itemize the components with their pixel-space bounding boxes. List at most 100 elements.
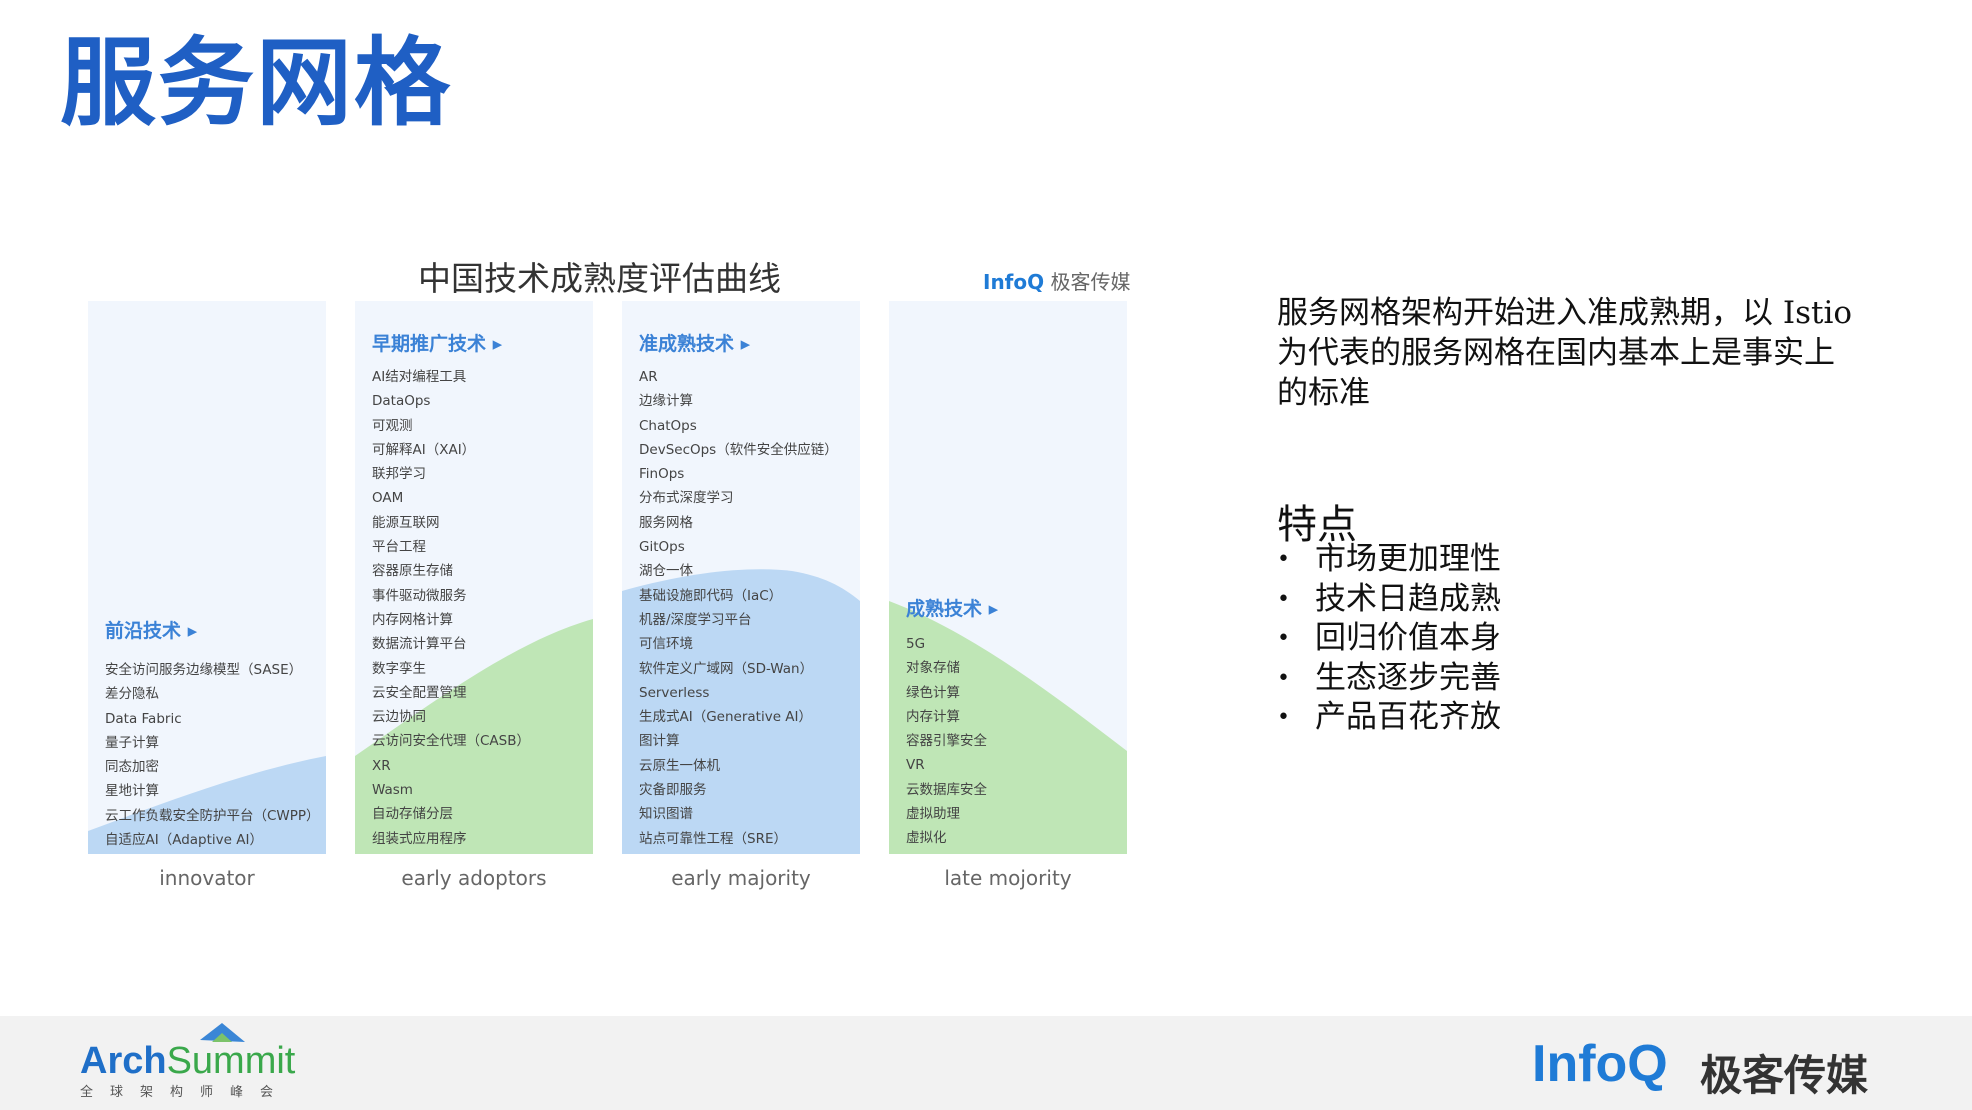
column-items: 5G 对象存储 绿色计算 内存计算 容器引擎安全 VR 云数据库安全 虚拟助理 … <box>906 632 1123 851</box>
list-item: 组装式应用程序 <box>372 830 467 847</box>
stage-label: early adoptors <box>401 866 547 890</box>
list-item: 容器引擎安全 <box>906 733 987 750</box>
chart-brand: InfoQ 极客传媒 <box>983 266 1130 295</box>
list-item: VR <box>906 757 925 774</box>
list-item: 基础设施即代码（IaC） <box>639 587 783 604</box>
list-item: 数字孪生 <box>372 660 426 677</box>
list-item: DataOps <box>372 393 431 410</box>
list-item: 平台工程 <box>372 539 426 556</box>
bullet-icon: • <box>1277 626 1290 651</box>
list-item: Serverless <box>639 684 710 701</box>
bullet-icon: • <box>1277 705 1290 730</box>
list-item: AI结对编程工具 <box>372 369 467 385</box>
list-item: OAM <box>372 490 404 507</box>
list-item: 可解释AI（XAI） <box>372 441 476 458</box>
slide-title: 服务网格 <box>60 27 452 139</box>
list-item: 机器/深度学习平台 <box>639 611 752 628</box>
infoq-cn-label: 极客传媒 <box>1700 1051 1869 1100</box>
list-item: 分布式深度学习 <box>639 490 734 507</box>
column-items: 安全访问服务边缘模型（SASE） 差分隐私 Data Fabric 量子计算 同… <box>105 658 322 852</box>
list-item: 站点可靠性工程（SRE） <box>639 830 787 847</box>
list-item: 云工作负载安全防护平台（CWPP） <box>105 807 320 824</box>
list-item: 联邦学习 <box>372 466 426 483</box>
bullet-icon: • <box>1277 547 1290 572</box>
column-heading: 前沿技术 ▸ <box>105 620 198 642</box>
list-item: 安全访问服务边缘模型（SASE） <box>105 662 303 678</box>
list-item: 容器原生存储 <box>372 563 453 580</box>
column-early-adoptors: 早期推广技术 ▸ AI结对编程工具 DataOps 可观测 可解释AI（XAI）… <box>355 301 593 854</box>
list-item: • 产品百花齐放 <box>1277 698 1501 738</box>
list-item: 内存计算 <box>906 708 960 725</box>
list-item: 绿色计算 <box>906 684 960 701</box>
list-item: • 生态逐步完善 <box>1277 659 1501 699</box>
list-item: FinOps <box>639 466 685 483</box>
list-item: 数据流计算平台 <box>372 636 467 653</box>
column-heading: 早期推广技术 ▸ <box>372 333 503 355</box>
feature-text: 生态逐步完善 <box>1315 659 1501 696</box>
column-heading: 成熟技术 ▸ <box>906 598 999 620</box>
bullet-icon: • <box>1277 665 1290 691</box>
list-item: 星地计算 <box>105 783 159 800</box>
column-items: AI结对编程工具 DataOps 可观测 可解释AI（XAI） 联邦学习 OAM… <box>372 365 589 851</box>
archsummit-subtitle: 全球架构师峰会 <box>80 1085 291 1100</box>
list-item: 云安全配置管理 <box>372 684 467 701</box>
list-item: 云访问安全代理（CASB） <box>372 733 530 750</box>
stage-label: early majority <box>671 866 811 890</box>
list-item: ChatOps <box>639 417 697 434</box>
column-early-majority: 准成熟技术 ▸ AR 边缘计算 ChatOps DevSecOps（软件安全供应… <box>622 301 860 854</box>
list-item: 5G <box>906 636 926 652</box>
list-item: 生成式AI（Generative AI） <box>639 709 813 726</box>
list-item: 知识图谱 <box>639 806 693 823</box>
list-item: 灾备即服务 <box>639 782 707 799</box>
list-item: 虚拟助理 <box>906 806 960 823</box>
list-item: 虚拟化 <box>906 830 947 847</box>
archsummit-logo-summit: Summit <box>166 1040 296 1082</box>
stage-label: late mojority <box>944 866 1072 890</box>
list-item: 软件定义广域网（SD-Wan） <box>639 660 814 677</box>
list-item: XR <box>372 757 391 774</box>
list-item: 可观测 <box>372 417 413 434</box>
list-item: 能源互联网 <box>372 514 440 531</box>
feature-text: 市场更加理性 <box>1315 541 1501 577</box>
list-item: • 市场更加理性 <box>1277 540 1501 580</box>
list-item: 量子计算 <box>105 734 159 751</box>
infoq-logo: InfoQ <box>1532 1035 1668 1093</box>
list-item: 图计算 <box>639 733 680 750</box>
list-item: 对象存储 <box>906 660 960 677</box>
list-item: 云边协同 <box>372 709 426 726</box>
chart-title: 中国技术成熟度评估曲线 <box>418 259 781 298</box>
list-item: 可信环境 <box>639 636 693 653</box>
list-item: 自动存储分层 <box>372 806 453 823</box>
column-items: AR 边缘计算 ChatOps DevSecOps（软件安全供应链） FinOp… <box>639 365 856 851</box>
list-item: GitOps <box>639 539 685 556</box>
column-heading: 准成熟技术 ▸ <box>639 333 751 355</box>
intro-paragraph: 服务网格架构开始进入准成熟期，以 Istio 为代表的服务网格在国内基本上是事实… <box>1277 295 1853 411</box>
archsummit-logo-arch: Arch <box>80 1040 167 1082</box>
feature-text: 回归价值本身 <box>1315 620 1501 656</box>
feature-text: 产品百花齐放 <box>1315 699 1501 735</box>
list-item: 湖仓一体 <box>639 563 693 580</box>
list-item: 云原生一体机 <box>639 757 720 774</box>
stage-label: innovator <box>159 866 255 890</box>
features-list: • 市场更加理性 • 技术日趋成熟 • 回归价值本身 • 生态逐步完善 • 产品百花齐放 <box>1277 540 1501 738</box>
feature-text: 技术日趋成熟 <box>1315 580 1501 617</box>
archsummit-logo: ArchSummit <box>80 1040 295 1083</box>
list-item: 内存网格计算 <box>372 611 453 628</box>
list-item: DevSecOps（软件安全供应链） <box>639 441 838 458</box>
chart-brand-infoq: InfoQ <box>983 270 1045 294</box>
list-item: Wasm <box>372 782 413 799</box>
column-innovator: 前沿技术 ▸ 安全访问服务边缘模型（SASE） 差分隐私 Data Fabric… <box>88 301 326 854</box>
footer-bar <box>0 1016 1972 1110</box>
list-item: AR <box>639 369 658 385</box>
list-item: 云数据库安全 <box>906 781 987 798</box>
list-item: 边缘计算 <box>639 393 693 410</box>
column-late-majority: 成熟技术 ▸ 5G 对象存储 绿色计算 内存计算 容器引擎安全 VR 云数据库安… <box>889 301 1127 854</box>
list-item: 自适应AI（Adaptive AI） <box>105 832 263 849</box>
list-item: 同态加密 <box>105 759 159 776</box>
bullet-icon: • <box>1277 586 1290 612</box>
list-item: • 技术日趋成熟 <box>1277 580 1501 620</box>
list-item: 服务网格 <box>639 514 693 531</box>
list-item: Data Fabric <box>105 710 182 727</box>
chart-brand-cn: 极客传媒 <box>1050 270 1131 294</box>
list-item: • 回归价值本身 <box>1277 619 1501 659</box>
